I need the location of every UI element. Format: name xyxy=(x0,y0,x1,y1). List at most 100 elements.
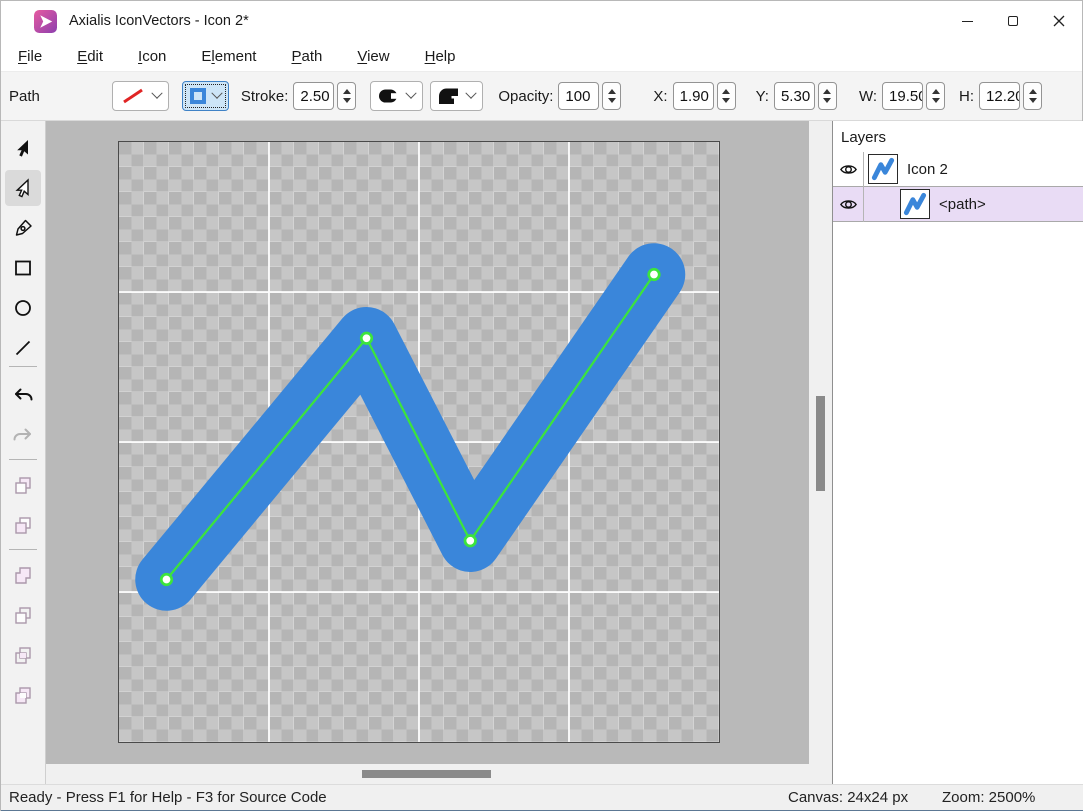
spin-down-icon[interactable] xyxy=(932,98,940,103)
canvas-size-info: Canvas: 24x24 px xyxy=(788,789,908,806)
opacity-spin-buttons[interactable] xyxy=(602,82,621,110)
undo-button[interactable] xyxy=(5,378,41,414)
spin-up-icon[interactable] xyxy=(608,89,616,94)
ellipse-tool-button[interactable] xyxy=(5,290,41,326)
spin-down-icon[interactable] xyxy=(343,98,351,103)
union-button[interactable] xyxy=(5,558,41,594)
rectangle-tool-button[interactable] xyxy=(5,250,41,286)
divider xyxy=(9,549,37,550)
stroke-width-label: Stroke: xyxy=(241,88,289,105)
opacity-label: Opacity: xyxy=(498,88,553,105)
bring-forward-button[interactable] xyxy=(5,468,41,504)
rectangle-icon xyxy=(13,258,33,278)
status-message: Ready - Press F1 for Help - F3 for Sourc… xyxy=(9,789,327,806)
fill-color-dropdown[interactable] xyxy=(112,81,169,111)
h-input[interactable] xyxy=(979,82,1020,110)
visibility-toggle[interactable] xyxy=(833,195,863,214)
layer-row-icon2[interactable]: Icon 2 xyxy=(833,152,1083,187)
intersect-button[interactable] xyxy=(5,638,41,674)
menu-bar: File Edit Icon Element Path View Help xyxy=(1,41,1082,71)
path-node-1[interactable] xyxy=(161,574,172,585)
spin-up-icon[interactable] xyxy=(343,89,351,94)
line-tool-button[interactable] xyxy=(5,330,41,366)
undo-icon xyxy=(12,385,34,407)
layer-row-path[interactable]: <path> xyxy=(833,187,1083,222)
window-title: Axialis IconVectors - Icon 2* xyxy=(69,13,249,29)
chevron-down-icon xyxy=(406,88,417,99)
menu-file[interactable]: File xyxy=(18,48,42,65)
zoom-level-info: Zoom: 2500% xyxy=(942,789,1035,806)
h-label: H: xyxy=(959,88,974,105)
subtract-button[interactable] xyxy=(5,598,41,634)
x-input[interactable] xyxy=(673,82,714,110)
x-spin-buttons[interactable] xyxy=(717,82,736,110)
exclude-button[interactable] xyxy=(5,678,41,714)
y-input[interactable] xyxy=(774,82,815,110)
spin-up-icon[interactable] xyxy=(722,89,730,94)
w-label: W: xyxy=(859,88,877,105)
direct-select-tool-button[interactable] xyxy=(5,170,41,206)
x-label: X: xyxy=(653,88,667,105)
select-tool-button[interactable] xyxy=(5,130,41,166)
opacity-spinner xyxy=(558,82,621,110)
minimize-icon xyxy=(962,21,973,22)
spin-up-icon[interactable] xyxy=(932,89,940,94)
redo-button[interactable] xyxy=(5,418,41,454)
x-spinner xyxy=(673,82,736,110)
spin-up-icon[interactable] xyxy=(823,89,831,94)
path-node-4[interactable] xyxy=(649,269,660,280)
path-node-3[interactable] xyxy=(465,536,476,547)
stroke-width-spinner xyxy=(293,82,356,110)
spin-down-icon[interactable] xyxy=(608,98,616,103)
spin-down-icon[interactable] xyxy=(722,98,730,103)
line-cap-dropdown[interactable] xyxy=(370,81,423,111)
path-node-2[interactable] xyxy=(361,333,372,344)
opacity-input[interactable] xyxy=(558,82,599,110)
stroke-width-spin-buttons[interactable] xyxy=(337,82,356,110)
menu-icon[interactable]: Icon xyxy=(138,48,166,65)
menu-edit[interactable]: Edit xyxy=(77,48,103,65)
bring-forward-icon xyxy=(13,476,33,496)
h-spin-buttons[interactable] xyxy=(1023,82,1042,110)
y-spin-buttons[interactable] xyxy=(818,82,837,110)
round-cap-icon xyxy=(378,88,400,104)
w-spin-buttons[interactable] xyxy=(926,82,945,110)
stroke-color-dropdown[interactable] xyxy=(182,81,229,111)
vertical-scrollbar-thumb[interactable] xyxy=(816,396,825,491)
vertical-scrollbar[interactable] xyxy=(809,121,832,784)
zigzag-thumbnail-icon xyxy=(902,191,928,217)
stroke-width-input[interactable] xyxy=(293,82,334,110)
menu-help[interactable]: Help xyxy=(425,48,456,65)
menu-path[interactable]: Path xyxy=(291,48,322,65)
context-label: Path xyxy=(9,88,40,105)
send-backward-button[interactable] xyxy=(5,508,41,544)
chevron-down-icon xyxy=(211,88,222,99)
redo-icon xyxy=(12,425,34,447)
spin-up-icon[interactable] xyxy=(1029,89,1037,94)
workspace[interactable] xyxy=(46,121,809,784)
menu-element[interactable]: Element xyxy=(201,48,256,65)
layers-panel: Layers Icon 2 xyxy=(832,121,1083,784)
spin-down-icon[interactable] xyxy=(823,98,831,103)
maximize-button[interactable] xyxy=(990,1,1036,41)
eye-icon xyxy=(839,160,858,179)
round-join-icon xyxy=(438,88,460,105)
menu-view[interactable]: View xyxy=(357,48,389,65)
canvas[interactable] xyxy=(118,141,720,743)
visibility-toggle[interactable] xyxy=(833,160,863,179)
horizontal-scrollbar-thumb[interactable] xyxy=(362,770,491,778)
intersect-icon xyxy=(13,646,33,666)
pen-tool-button[interactable] xyxy=(5,210,41,246)
layer-label: Icon 2 xyxy=(907,161,948,178)
stroke-color-swatch-icon xyxy=(190,88,206,104)
w-input[interactable] xyxy=(882,82,923,110)
spin-down-icon[interactable] xyxy=(1029,98,1037,103)
horizontal-scrollbar[interactable] xyxy=(46,764,809,784)
chevron-down-icon xyxy=(151,88,162,99)
close-button[interactable] xyxy=(1036,1,1082,41)
minimize-button[interactable] xyxy=(944,1,990,41)
main-area: Layers Icon 2 xyxy=(1,121,1083,784)
y-label: Y: xyxy=(756,88,769,105)
title-bar[interactable]: Axialis IconVectors - Icon 2* xyxy=(1,1,1082,41)
line-join-dropdown[interactable] xyxy=(430,81,483,111)
